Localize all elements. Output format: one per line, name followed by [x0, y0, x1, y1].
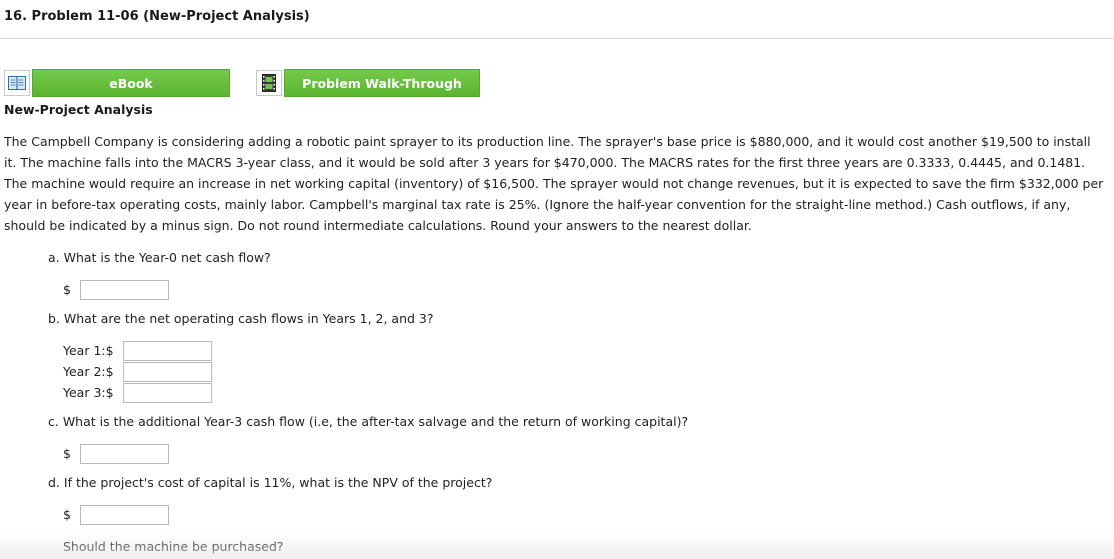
year3-ocf-input[interactable] — [123, 382, 212, 403]
problem-statement: The Campbell Company is considering addi… — [4, 134, 1104, 233]
npv-input[interactable] — [80, 504, 169, 525]
header-divider — [0, 38, 1114, 39]
currency-symbol: $ — [63, 507, 71, 522]
answer-d-row: $ — [63, 504, 169, 525]
question-b: b. What are the net operating cash flows… — [48, 311, 434, 326]
section-heading: New-Project Analysis — [4, 102, 153, 117]
currency-symbol: $ — [63, 446, 71, 461]
year2-ocf-input[interactable] — [123, 361, 212, 382]
ebook-button[interactable]: eBook — [32, 69, 230, 97]
answer-b-row-2: Year 2:$ — [63, 361, 212, 382]
answer-c-row: $ — [63, 443, 169, 464]
currency-symbol: $ — [63, 282, 71, 297]
year0-cash-flow-input[interactable] — [80, 279, 169, 300]
year-1-label: Year 1:$ — [63, 343, 114, 358]
problem-title: 16. Problem 11-06 (New-Project Analysis) — [4, 9, 310, 24]
film-icon — [256, 70, 282, 96]
answer-b-row-1: Year 1:$ — [63, 340, 212, 361]
walkthrough-control[interactable]: Problem Walk-Through — [256, 69, 480, 97]
book-icon — [4, 70, 30, 96]
year-3-label: Year 3:$ — [63, 385, 114, 400]
answer-a-row: $ — [63, 279, 169, 300]
question-c: c. What is the additional Year-3 cash fl… — [48, 414, 689, 429]
year-2-label: Year 2:$ — [63, 364, 114, 379]
question-e: Should the machine be purchased? — [63, 539, 284, 554]
question-a: a. What is the Year-0 net cash flow? — [48, 250, 271, 265]
answer-b-row-3: Year 3:$ — [63, 382, 212, 403]
question-d: d. If the project's cost of capital is 1… — [48, 475, 493, 490]
ebook-control[interactable]: eBook — [4, 69, 230, 97]
year3-additional-cash-flow-input[interactable] — [80, 443, 169, 464]
walkthrough-button[interactable]: Problem Walk-Through — [284, 69, 480, 97]
year1-ocf-input[interactable] — [123, 340, 212, 361]
